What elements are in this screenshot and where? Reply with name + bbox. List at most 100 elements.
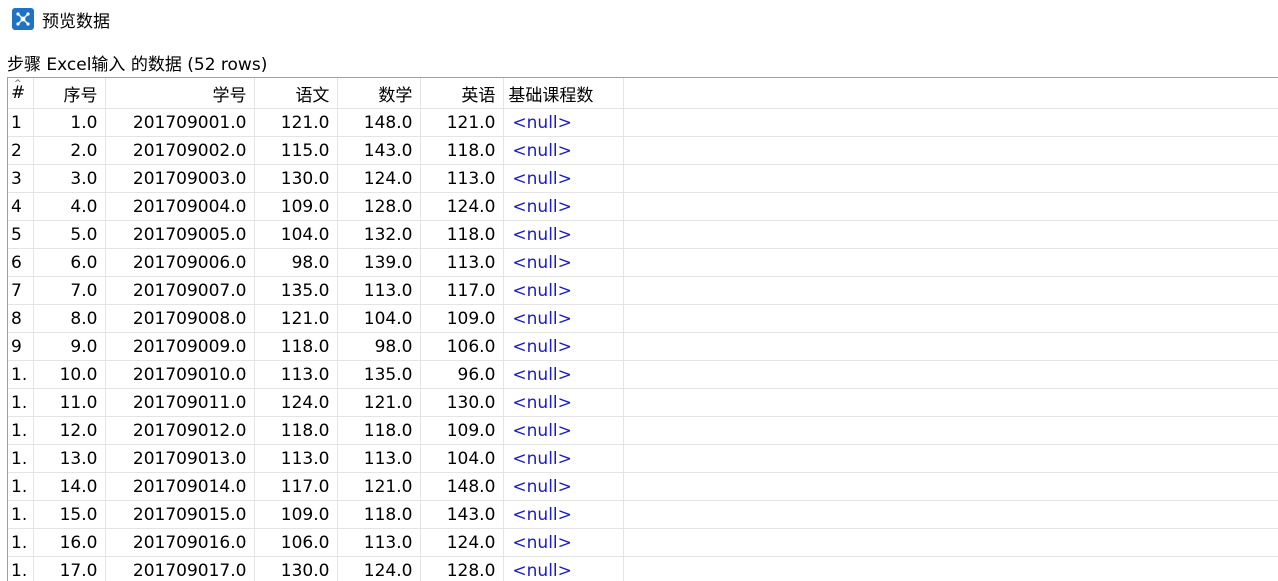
cell-student-id: 201709012.0	[106, 417, 255, 445]
cell-filler	[624, 361, 1278, 389]
preview-subtitle: 步骤 Excel输入 的数据 (52 rows)	[7, 50, 267, 75]
cell-english: 96.0	[421, 361, 504, 389]
cell-course-count: <null>	[504, 277, 624, 305]
cell-student-id: 201709016.0	[106, 529, 255, 557]
cell-student-id: 201709011.0	[106, 389, 255, 417]
cell-chinese: 109.0	[255, 501, 338, 529]
cell-math: 148.0	[338, 109, 421, 137]
cell-seq: 3.0	[34, 165, 106, 193]
cell-seq: 16.0	[34, 529, 106, 557]
cell-index: 3	[8, 165, 34, 193]
column-header-english[interactable]: 英语	[421, 78, 504, 109]
cell-chinese: 115.0	[255, 137, 338, 165]
cell-student-id: 201709017.0	[106, 557, 255, 581]
cell-english: 124.0	[421, 529, 504, 557]
column-header-math[interactable]: 数学	[338, 78, 421, 109]
cell-course-count: <null>	[504, 529, 624, 557]
cell-index: 1.	[8, 557, 34, 581]
window-titlebar: 预览数据	[0, 0, 1278, 38]
cell-seq: 14.0	[34, 473, 106, 501]
cell-course-count: <null>	[504, 137, 624, 165]
table-row[interactable]: 1.17.0201709017.0130.0124.0128.0<null>	[8, 557, 1278, 581]
cell-english: 113.0	[421, 249, 504, 277]
cell-chinese: 118.0	[255, 333, 338, 361]
cell-seq: 10.0	[34, 361, 106, 389]
table-row[interactable]: 1.14.0201709014.0117.0121.0148.0<null>	[8, 473, 1278, 501]
cell-english: 148.0	[421, 473, 504, 501]
table-row[interactable]: 99.0201709009.0118.098.0106.0<null>	[8, 333, 1278, 361]
table-row[interactable]: 55.0201709005.0104.0132.0118.0<null>	[8, 221, 1278, 249]
cell-index: 2	[8, 137, 34, 165]
cell-english: 117.0	[421, 277, 504, 305]
cell-filler	[624, 417, 1278, 445]
cell-course-count: <null>	[504, 109, 624, 137]
cell-filler	[624, 221, 1278, 249]
cell-math: 124.0	[338, 165, 421, 193]
cell-math: 113.0	[338, 277, 421, 305]
cell-math: 121.0	[338, 389, 421, 417]
cell-math: 98.0	[338, 333, 421, 361]
cell-filler	[624, 137, 1278, 165]
cell-student-id: 201709013.0	[106, 445, 255, 473]
table-row[interactable]: 1.11.0201709011.0124.0121.0130.0<null>	[8, 389, 1278, 417]
column-header-index[interactable]: ^ #	[8, 78, 34, 109]
table-row[interactable]: 33.0201709003.0130.0124.0113.0<null>	[8, 165, 1278, 193]
cell-course-count: <null>	[504, 361, 624, 389]
cell-index: 1.	[8, 473, 34, 501]
cell-chinese: 113.0	[255, 445, 338, 473]
cell-math: 113.0	[338, 529, 421, 557]
cell-index: 4	[8, 193, 34, 221]
table-row[interactable]: 1.10.0201709010.0113.0135.096.0<null>	[8, 361, 1278, 389]
cell-chinese: 118.0	[255, 417, 338, 445]
cell-filler	[624, 473, 1278, 501]
cell-course-count: <null>	[504, 221, 624, 249]
cell-course-count: <null>	[504, 501, 624, 529]
cell-course-count: <null>	[504, 445, 624, 473]
cell-chinese: 104.0	[255, 221, 338, 249]
cell-chinese: 113.0	[255, 361, 338, 389]
table-row[interactable]: 44.0201709004.0109.0128.0124.0<null>	[8, 193, 1278, 221]
cell-chinese: 135.0	[255, 277, 338, 305]
table-row[interactable]: 1.13.0201709013.0113.0113.0104.0<null>	[8, 445, 1278, 473]
cell-filler	[624, 305, 1278, 333]
cell-seq: 8.0	[34, 305, 106, 333]
cell-course-count: <null>	[504, 333, 624, 361]
cell-chinese: 106.0	[255, 529, 338, 557]
table-row[interactable]: 1.12.0201709012.0118.0118.0109.0<null>	[8, 417, 1278, 445]
column-header-seq[interactable]: 序号	[34, 78, 106, 109]
cell-student-id: 201709008.0	[106, 305, 255, 333]
table-row[interactable]: 11.0201709001.0121.0148.0121.0<null>	[8, 109, 1278, 137]
cell-seq: 1.0	[34, 109, 106, 137]
cell-chinese: 130.0	[255, 165, 338, 193]
cell-course-count: <null>	[504, 557, 624, 581]
cell-math: 132.0	[338, 221, 421, 249]
cell-math: 121.0	[338, 473, 421, 501]
column-header-chinese[interactable]: 语文	[255, 78, 338, 109]
cell-math: 135.0	[338, 361, 421, 389]
cell-index: 8	[8, 305, 34, 333]
cell-index: 1.	[8, 361, 34, 389]
cell-student-id: 201709015.0	[106, 501, 255, 529]
cell-seq: 7.0	[34, 277, 106, 305]
cell-seq: 17.0	[34, 557, 106, 581]
table-row[interactable]: 1.16.0201709016.0106.0113.0124.0<null>	[8, 529, 1278, 557]
column-header-student-id[interactable]: 学号	[106, 78, 255, 109]
table-row[interactable]: 66.0201709006.098.0139.0113.0<null>	[8, 249, 1278, 277]
cell-index: 9	[8, 333, 34, 361]
table-row[interactable]: 1.15.0201709015.0109.0118.0143.0<null>	[8, 501, 1278, 529]
cell-course-count: <null>	[504, 389, 624, 417]
data-grid[interactable]: ^ # 序号 学号 语文 数学 英语 基础课程数 11.0201709001.0…	[7, 77, 1278, 581]
column-header-course-count[interactable]: 基础课程数	[504, 78, 624, 109]
cell-english: 128.0	[421, 557, 504, 581]
table-row[interactable]: 88.0201709008.0121.0104.0109.0<null>	[8, 305, 1278, 333]
cell-seq: 11.0	[34, 389, 106, 417]
cell-math: 124.0	[338, 557, 421, 581]
cell-chinese: 98.0	[255, 249, 338, 277]
cell-english: 113.0	[421, 165, 504, 193]
table-row[interactable]: 77.0201709007.0135.0113.0117.0<null>	[8, 277, 1278, 305]
cell-seq: 2.0	[34, 137, 106, 165]
cell-index: 1	[8, 109, 34, 137]
cell-english: 124.0	[421, 193, 504, 221]
cell-filler	[624, 445, 1278, 473]
table-row[interactable]: 22.0201709002.0115.0143.0118.0<null>	[8, 137, 1278, 165]
